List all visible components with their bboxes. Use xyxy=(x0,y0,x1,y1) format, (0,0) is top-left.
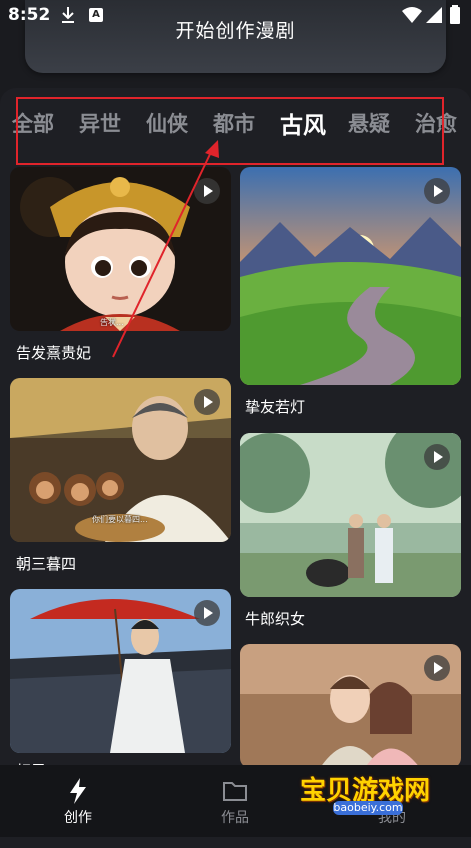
download-icon xyxy=(60,6,76,28)
status-time: 8:52 xyxy=(8,5,51,25)
status-bar: 8:52 A xyxy=(0,0,471,34)
nav-create-label: 创作 xyxy=(64,810,92,826)
battery-icon xyxy=(449,5,461,29)
notification-a-icon: A xyxy=(89,8,103,22)
cellular-signal-icon xyxy=(425,6,443,28)
lightning-icon xyxy=(70,778,86,804)
nav-works[interactable]: 作品 xyxy=(195,765,275,837)
wifi-icon xyxy=(402,6,422,28)
folder-icon xyxy=(223,782,247,801)
nav-create[interactable]: 创作 xyxy=(38,765,118,837)
site-watermark: 宝贝游戏网 baobeiy.com xyxy=(288,768,448,834)
nav-works-label: 作品 xyxy=(221,810,249,826)
watermark-url: baobeiy.com xyxy=(333,801,403,815)
annotation-arrow xyxy=(112,140,219,358)
